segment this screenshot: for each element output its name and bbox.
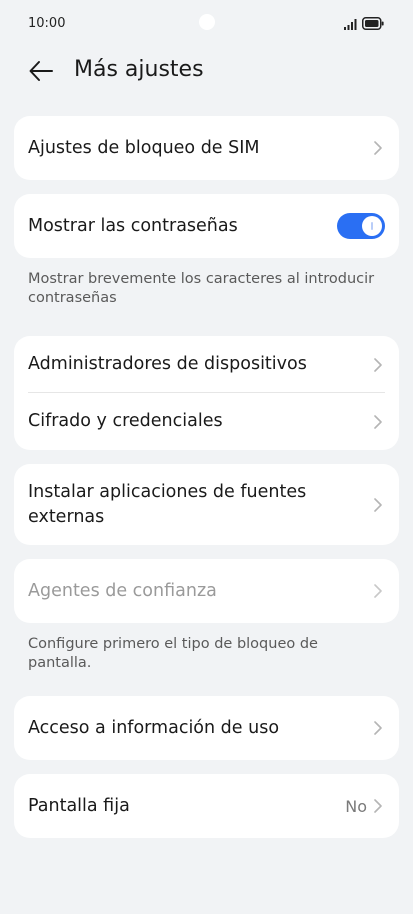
signal-icon xyxy=(344,19,357,30)
chevron-right-icon xyxy=(374,799,382,813)
chevron-right-icon xyxy=(374,357,382,372)
toggle-knob xyxy=(362,216,382,236)
back-arrow-icon[interactable] xyxy=(28,58,54,84)
page-title: Más ajustes xyxy=(74,57,204,82)
screen-pinning-value: No xyxy=(345,796,367,816)
screen-pinning-card: Pantalla fija No xyxy=(14,774,399,838)
device-admins-row[interactable]: Administradores de dispositivos xyxy=(14,336,399,393)
trust-agents-hint: Configure primero el tipo de bloqueo de … xyxy=(28,636,318,671)
install-external-label: Instalar aplicaciones de fuentes externa… xyxy=(28,480,359,530)
status-time: 10:00 xyxy=(28,16,66,31)
trust-agents-label: Agentes de confianza xyxy=(28,580,217,601)
chevron-right-icon xyxy=(374,141,382,155)
chevron-right-icon xyxy=(374,721,382,735)
show-passwords-card: Mostrar las contraseñas xyxy=(14,194,399,258)
chevron-right-icon xyxy=(374,497,382,512)
trust-agents-row: Agentes de confianza xyxy=(14,559,399,623)
install-external-line-2: externas xyxy=(28,506,105,527)
status-bar: 10:00 xyxy=(0,0,413,48)
usage-access-card: Acceso a información de uso xyxy=(14,696,399,760)
header: Más ajustes xyxy=(0,52,413,92)
sim-lock-label: Ajustes de bloqueo de SIM xyxy=(28,137,260,158)
install-external-row[interactable]: Instalar aplicaciones de fuentes externa… xyxy=(14,464,399,545)
screen-pinning-label: Pantalla fija xyxy=(28,795,130,816)
encryption-label: Cifrado y credenciales xyxy=(28,411,223,431)
install-external-card: Instalar aplicaciones de fuentes externa… xyxy=(14,464,399,545)
usage-access-row[interactable]: Acceso a información de uso xyxy=(14,696,399,760)
sim-lock-card: Ajustes de bloqueo de SIM xyxy=(14,116,399,180)
install-external-line-1: Instalar aplicaciones de fuentes xyxy=(28,481,307,502)
show-passwords-label: Mostrar las contraseñas xyxy=(28,215,238,236)
battery-icon xyxy=(362,17,384,30)
camera-cutout xyxy=(199,14,215,30)
chevron-right-icon xyxy=(374,584,382,598)
settings-screen: 10:00 Más ajustes Ajustes de bloqueo de … xyxy=(0,0,413,914)
usage-access-label: Acceso a información de uso xyxy=(28,717,280,738)
sim-lock-row[interactable]: Ajustes de bloqueo de SIM xyxy=(14,116,399,180)
show-passwords-toggle[interactable] xyxy=(337,213,385,239)
device-admins-label: Administradores de dispositivos xyxy=(28,354,307,374)
security-card: Administradores de dispositivos Cifrado … xyxy=(14,336,399,450)
show-passwords-hint: Mostrar brevemente los caracteres al int… xyxy=(28,271,375,306)
chevron-right-icon xyxy=(374,414,382,429)
encryption-row[interactable]: Cifrado y credenciales xyxy=(14,393,399,450)
show-passwords-row[interactable]: Mostrar las contraseñas xyxy=(14,194,399,258)
screen-pinning-row[interactable]: Pantalla fija No xyxy=(14,774,399,838)
trust-agents-card: Agentes de confianza xyxy=(14,559,399,623)
